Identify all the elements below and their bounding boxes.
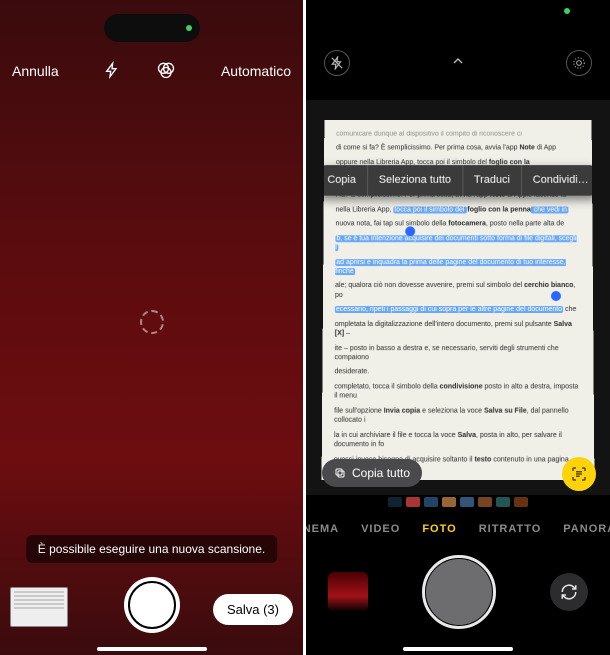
cancel-button[interactable]: Annulla (12, 63, 59, 79)
desktop-taskbar-peek (306, 497, 610, 507)
loading-spinner-icon (140, 310, 164, 334)
copy-all-button[interactable]: Copia tutto (322, 459, 422, 487)
popover-share[interactable]: Condividi… (522, 165, 595, 195)
selection-handle-end[interactable] (551, 291, 561, 301)
dynamic-island (104, 14, 200, 42)
camera-top-bar (306, 50, 610, 76)
save-button[interactable]: Salva (3) (213, 594, 293, 625)
last-photo-thumbnail[interactable] (328, 572, 368, 612)
mode-video[interactable]: VIDEO (361, 523, 400, 535)
flip-camera-icon[interactable] (550, 573, 588, 611)
mode-pano[interactable]: PANORAM (563, 523, 610, 535)
color-filters-icon[interactable] (156, 60, 176, 83)
selection-handle-start[interactable] (405, 226, 415, 236)
mode-portrait[interactable]: RITRATTO (479, 523, 542, 535)
copy-all-label: Copia tutto (352, 466, 410, 480)
scan-top-bar: Annulla Automatico (0, 54, 303, 88)
flash-icon[interactable] (104, 60, 120, 83)
shutter-button[interactable] (426, 559, 492, 625)
mode-cinema[interactable]: CINEMA (306, 523, 339, 535)
camera-live-text-screen: comunicare dunque al dispositivo il comp… (306, 0, 610, 655)
home-indicator[interactable] (403, 647, 513, 651)
popover-translate[interactable]: Traduci (463, 165, 521, 195)
camera-active-indicator (564, 8, 570, 14)
popover-copy[interactable]: Copia (322, 165, 367, 195)
popover-select-all[interactable]: Seleziona tutto (368, 165, 462, 195)
chevron-up-icon[interactable] (450, 53, 466, 74)
camera-viewfinder[interactable]: comunicare dunque al dispositivo il comp… (306, 100, 610, 495)
scan-thumbnail[interactable] (10, 587, 68, 627)
mode-photo[interactable]: FOTO (422, 523, 456, 535)
live-text-icon[interactable] (562, 457, 596, 491)
text-selection-popover: Copia Seleziona tutto Traduci Condividi… (322, 165, 595, 195)
camera-bottom-bar (306, 547, 610, 637)
shutter-button[interactable] (124, 577, 180, 633)
camera-active-indicator (186, 25, 192, 31)
flash-off-icon[interactable] (324, 50, 350, 76)
rescan-hint: È possibile eseguire una nuova scansione… (26, 535, 277, 563)
captured-document-text[interactable]: comunicare dunque al dispositivo il comp… (322, 119, 595, 479)
notes-scan-screen: Annulla Automatico È possibile eseguire … (0, 0, 306, 655)
live-photo-icon[interactable] (566, 50, 592, 76)
home-indicator[interactable] (97, 647, 207, 651)
auto-mode-button[interactable]: Automatico (221, 63, 291, 79)
camera-mode-strip[interactable]: CINEMA VIDEO FOTO RITRATTO PANORAM (306, 523, 610, 535)
